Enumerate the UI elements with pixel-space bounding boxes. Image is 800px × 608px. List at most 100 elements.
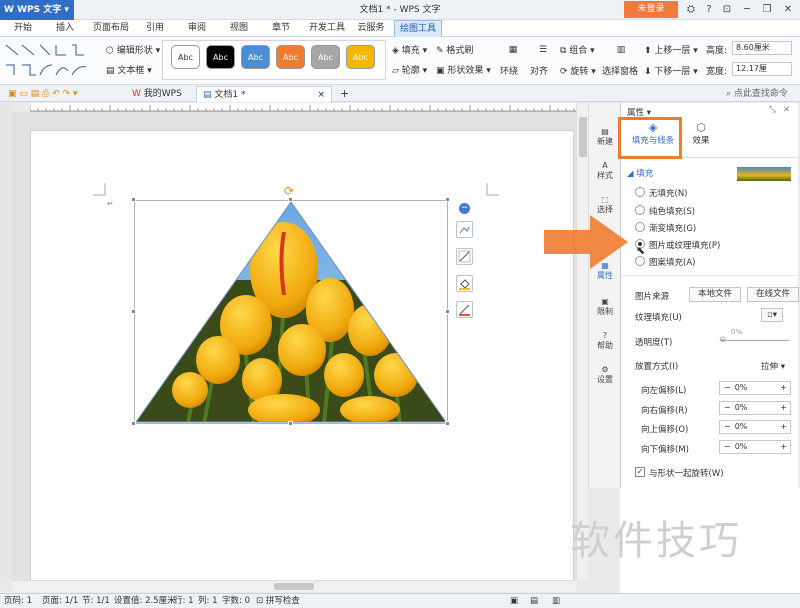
- resize-handle-tr[interactable]: [445, 197, 450, 202]
- tab-document[interactable]: ▤ 文档1 * ×: [196, 86, 332, 102]
- fill-button[interactable]: ◈ 填充 ▾: [392, 43, 427, 56]
- placement-select[interactable]: 拉伸 ▾: [761, 360, 785, 372]
- offset-left-input[interactable]: −0% +: [719, 381, 791, 395]
- style-swatch-white[interactable]: Abc: [171, 45, 200, 69]
- tab-effect[interactable]: ⬡ 效果: [683, 121, 719, 155]
- quick-access-icons[interactable]: ▣ ▭ ▤ ⎙ ↶ ↷ ▾: [2, 86, 83, 102]
- transparency-slider[interactable]: [721, 340, 789, 341]
- align-button[interactable]: 对齐: [530, 64, 548, 77]
- style-swatch-orange[interactable]: Abc: [276, 45, 305, 69]
- search-command[interactable]: ⌕ 点此查找命令: [720, 86, 794, 102]
- style-swatch-black[interactable]: Abc: [206, 45, 235, 69]
- offset-down-minus[interactable]: −: [720, 442, 735, 451]
- resize-handle-bl[interactable]: [131, 421, 136, 426]
- fullscreen-view-icon[interactable]: ▣: [510, 594, 518, 608]
- bring-forward-button[interactable]: ⬆ 上移一层 ▾: [644, 43, 698, 56]
- minimize-icon[interactable]: ─: [738, 2, 756, 18]
- menu-developer[interactable]: 开发工具: [306, 20, 348, 37]
- rotate-handle-icon[interactable]: ⟳: [284, 184, 294, 198]
- rotate-button[interactable]: ⟳ 旋转 ▾: [560, 64, 596, 77]
- page-view-icon[interactable]: ▤: [530, 594, 538, 608]
- connector-gallery[interactable]: [4, 41, 92, 79]
- web-view-icon[interactable]: ▥: [552, 594, 560, 608]
- texture-dropdown[interactable]: ▫▾: [761, 308, 783, 322]
- resize-handle-tl[interactable]: [131, 197, 136, 202]
- rail-restrict[interactable]: ▣ 限制: [589, 297, 621, 317]
- horizontal-scroll-thumb[interactable]: [274, 583, 314, 590]
- transparency-minus-icon[interactable]: ⊖: [719, 335, 726, 345]
- status-spell[interactable]: ⊡ 拼写检查: [256, 594, 300, 608]
- resize-handle-br[interactable]: [445, 421, 450, 426]
- offset-left-plus[interactable]: +: [780, 382, 787, 394]
- rail-settings[interactable]: ⚙ 设置: [589, 365, 621, 385]
- radio-pattern-fill[interactable]: [635, 256, 645, 266]
- status-words[interactable]: 字数: 0: [222, 594, 250, 608]
- style-swatch-gold[interactable]: Abc: [346, 45, 375, 69]
- style-swatch-gray[interactable]: Abc: [311, 45, 340, 69]
- width-input[interactable]: 12.17厘: [732, 62, 792, 76]
- fill-tool-icon[interactable]: [456, 275, 473, 292]
- restore-icon[interactable]: ❐: [758, 2, 776, 18]
- resize-handle-l[interactable]: [131, 309, 136, 314]
- send-backward-button[interactable]: ⬇ 下移一层 ▾: [644, 64, 698, 77]
- offset-right-input[interactable]: −0% +: [719, 401, 791, 415]
- offset-up-minus[interactable]: −: [720, 422, 735, 431]
- offset-left-minus[interactable]: −: [720, 383, 735, 392]
- edit-shape-button[interactable]: ⬡ 编辑形状 ▾: [106, 43, 160, 56]
- height-input[interactable]: 8.60厘米: [732, 41, 792, 55]
- menu-page-layout[interactable]: 页面布局: [90, 20, 132, 37]
- offset-down-input[interactable]: −0% +: [719, 440, 791, 454]
- triangle-shape-picture[interactable]: [134, 200, 448, 424]
- panel-close-icon[interactable]: ✕: [783, 105, 790, 115]
- selection-pane-button[interactable]: 选择窗格: [602, 64, 638, 77]
- status-page-number[interactable]: 页码: 1: [4, 594, 32, 608]
- menu-drawing-tools[interactable]: 绘图工具: [394, 20, 442, 37]
- offset-right-minus[interactable]: −: [720, 403, 735, 412]
- style-swatch-blue[interactable]: Abc: [241, 45, 270, 69]
- combine-button[interactable]: ⧉ 组合 ▾: [560, 43, 595, 56]
- panel-pin-icon[interactable]: ⤡: [769, 105, 776, 115]
- outline-tool-icon[interactable]: [456, 301, 473, 318]
- format-painter-button[interactable]: ✎ 格式刷: [436, 43, 473, 56]
- outline-button[interactable]: ▱ 轮廓 ▾: [392, 63, 427, 76]
- radio-no-fill[interactable]: [635, 187, 645, 197]
- resize-handle-r[interactable]: [445, 309, 450, 314]
- app-menu-button[interactable]: W WPS 文字 ▾: [0, 0, 74, 20]
- menu-reference[interactable]: 引用: [140, 20, 170, 37]
- new-tab-icon[interactable]: +: [334, 86, 355, 102]
- horizontal-scrollbar[interactable]: [12, 580, 576, 592]
- rotate-with-shape-checkbox[interactable]: ✓: [635, 467, 645, 477]
- vertical-scroll-thumb[interactable]: [579, 117, 587, 157]
- wrap-button[interactable]: 环绕: [500, 64, 518, 77]
- menu-view[interactable]: 视图: [224, 20, 254, 37]
- status-setting[interactable]: 设置值: 2.5厘米: [114, 594, 176, 608]
- menu-cloud[interactable]: 云服务: [354, 20, 388, 37]
- collapse-tools-icon[interactable]: −: [459, 203, 470, 214]
- shape-style-icon[interactable]: [456, 248, 473, 265]
- skin-icon[interactable]: ⛭: [682, 2, 700, 18]
- rail-select[interactable]: ⬚ 选择: [589, 195, 621, 215]
- status-section[interactable]: 节: 1/1: [82, 594, 110, 608]
- offset-up-plus[interactable]: +: [780, 421, 787, 433]
- tab-close-icon[interactable]: ×: [317, 87, 325, 103]
- resize-handle-b[interactable]: [288, 421, 293, 426]
- help-icon[interactable]: ?: [700, 2, 718, 18]
- offset-down-plus[interactable]: +: [780, 441, 787, 453]
- pin-icon[interactable]: ⊡: [718, 2, 736, 18]
- layout-options-icon[interactable]: [456, 221, 473, 238]
- offset-right-plus[interactable]: +: [780, 402, 787, 414]
- local-file-button[interactable]: 本地文件: [689, 287, 741, 302]
- shape-effect-button[interactable]: ▣ 形状效果 ▾: [436, 63, 491, 76]
- login-button[interactable]: 未登录: [624, 1, 678, 18]
- menu-start[interactable]: 开始: [8, 20, 38, 37]
- tab-my-wps[interactable]: W 我的WPS: [126, 86, 188, 102]
- offset-up-input[interactable]: −0% +: [719, 420, 791, 434]
- rail-style[interactable]: A 样式: [589, 161, 621, 181]
- rail-new[interactable]: ▤ 新建: [589, 127, 621, 147]
- online-file-button[interactable]: 在线文件: [747, 287, 799, 302]
- rail-help[interactable]: ? 帮助: [589, 331, 621, 351]
- menu-chapter[interactable]: 章节: [266, 20, 296, 37]
- status-col[interactable]: 列: 1: [198, 594, 217, 608]
- radio-solid-fill[interactable]: [635, 205, 645, 215]
- menu-insert[interactable]: 插入: [50, 20, 80, 37]
